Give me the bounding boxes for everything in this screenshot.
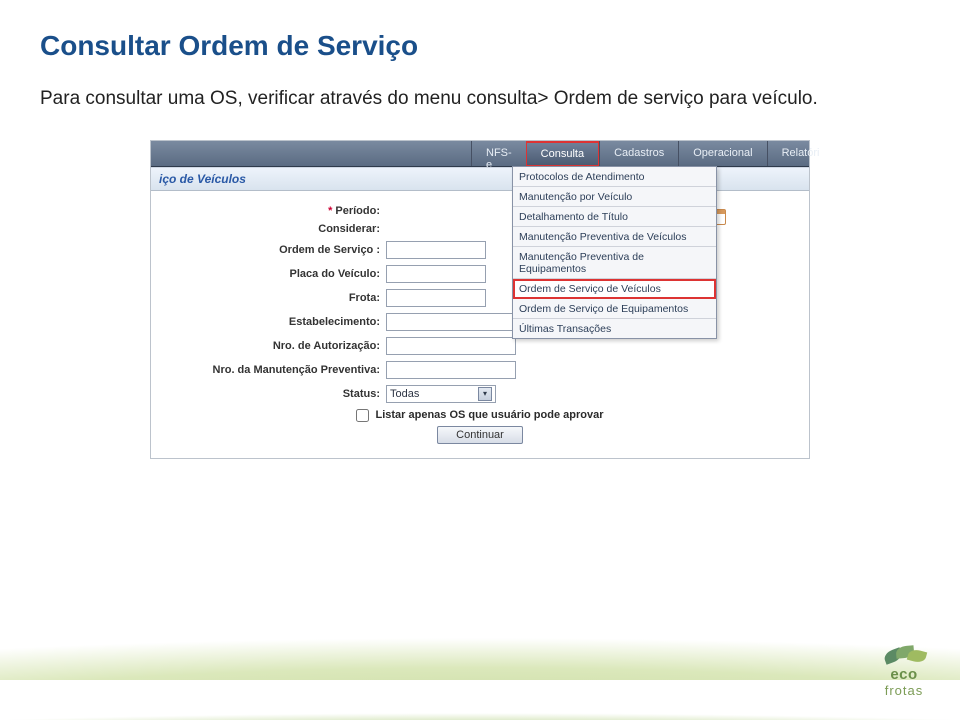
autorizacao-label: Nro. de Autorização: — [161, 340, 386, 352]
considerar-label: Considerar: — [161, 223, 386, 235]
chevron-down-icon: ▾ — [478, 387, 492, 401]
dropdown-item-ordem-veiculos[interactable]: Ordem de Serviço de Veículos — [513, 279, 716, 299]
nav-tab-consulta[interactable]: Consulta — [526, 141, 599, 166]
nav-tab-cadastros[interactable]: Cadastros — [599, 141, 678, 166]
decorative-wave — [0, 560, 960, 680]
status-label: Status: — [161, 388, 386, 400]
status-select[interactable]: Todas ▾ — [386, 385, 496, 403]
top-navbar: NFS-e Consulta Cadastros Operacional Rel… — [151, 141, 809, 167]
consulta-dropdown: Protocolos de Atendimento Manutenção por… — [512, 166, 717, 339]
status-value: Todas — [390, 388, 419, 400]
page-title: Consultar Ordem de Serviço — [40, 30, 920, 62]
dropdown-item[interactable]: Manutenção Preventiva de Equipamentos — [513, 247, 716, 279]
dropdown-item[interactable]: Protocolos de Atendimento — [513, 167, 716, 187]
periodo-label: *Período: — [161, 205, 386, 217]
nav-tab-nfse[interactable]: NFS-e — [471, 141, 526, 166]
continuar-button[interactable]: Continuar — [437, 426, 523, 444]
dropdown-item[interactable]: Manutenção Preventiva de Veículos — [513, 227, 716, 247]
page-description: Para consultar uma OS, verificar através… — [40, 86, 920, 112]
placa-label: Placa do Veículo: — [161, 268, 386, 280]
estab-label: Estabelecimento: — [161, 316, 386, 328]
eco-frotas-logo: eco frotas — [882, 644, 926, 698]
dropdown-item[interactable]: Ordem de Serviço de Equipamentos — [513, 299, 716, 319]
frota-label: Frota: — [161, 292, 386, 304]
logo-text-eco: eco — [882, 666, 926, 683]
manutencao-input[interactable] — [386, 361, 516, 379]
logo-text-frotas: frotas — [882, 683, 926, 698]
autorizacao-input[interactable] — [386, 337, 516, 355]
dropdown-item[interactable]: Últimas Transações — [513, 319, 716, 338]
app-screenshot: NFS-e Consulta Cadastros Operacional Rel… — [150, 140, 810, 459]
ordem-label: Ordem de Serviço : — [161, 244, 386, 256]
dropdown-item[interactable]: Detalhamento de Título — [513, 207, 716, 227]
placa-input[interactable] — [386, 265, 486, 283]
dropdown-item[interactable]: Manutenção por Veículo — [513, 187, 716, 207]
leaf-icon — [882, 644, 926, 664]
frota-input[interactable] — [386, 289, 486, 307]
nav-tab-relatori[interactable]: Relatóri — [767, 141, 834, 166]
ordem-input[interactable] — [386, 241, 486, 259]
listar-os-label: Listar apenas OS que usuário pode aprova… — [375, 409, 603, 421]
nav-tab-operacional[interactable]: Operacional — [678, 141, 766, 166]
decorative-wave — [0, 650, 960, 720]
listar-os-checkbox[interactable] — [356, 409, 369, 422]
manutencao-label: Nro. da Manutenção Preventiva: — [161, 364, 386, 376]
